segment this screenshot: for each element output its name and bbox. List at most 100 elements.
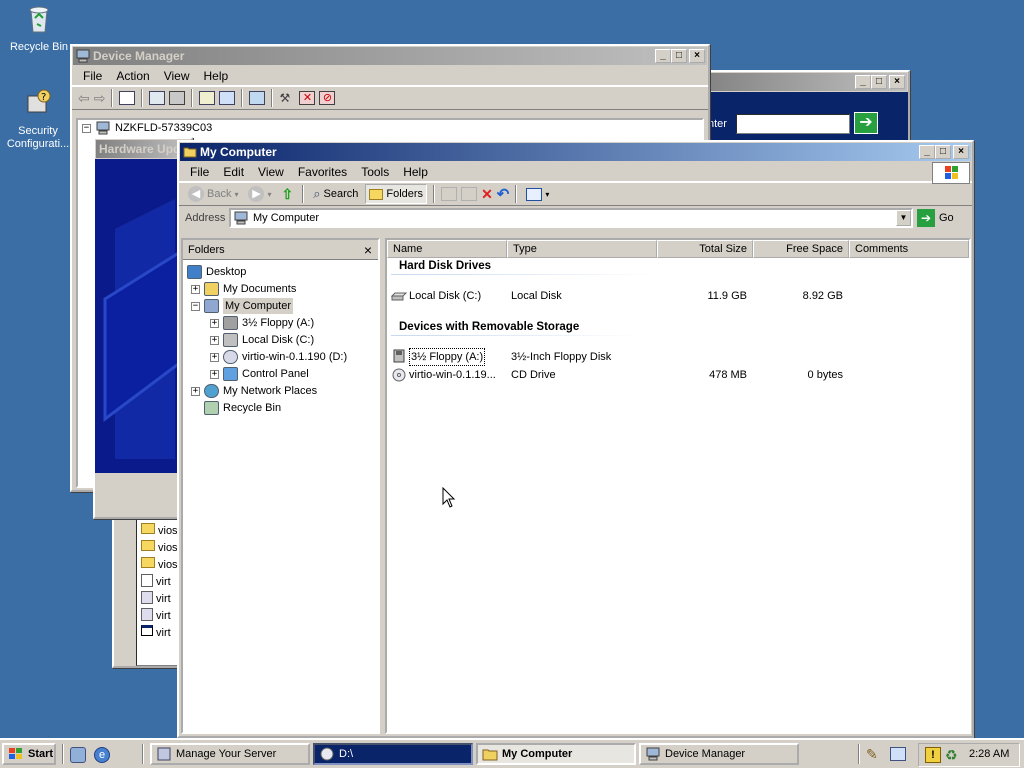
window-titlebar[interactable]: Hardware Upd (96, 140, 190, 158)
print-icon[interactable] (169, 91, 186, 105)
expand-icon[interactable]: + (191, 386, 200, 396)
manage-server-window[interactable]: _ □ × nter ➔ (690, 70, 910, 140)
dropdown-arrow-icon[interactable]: ▾ (267, 190, 271, 199)
menu-favorites[interactable]: Favorites (291, 165, 354, 179)
go-button[interactable]: ➔ Go (917, 208, 954, 228)
close-pane-icon[interactable]: × (364, 240, 372, 260)
expand-icon[interactable]: + (210, 318, 219, 328)
tree-item[interactable]: +3½ Floppy (A:) (210, 315, 314, 331)
menu-view[interactable]: View (157, 69, 197, 83)
delete-icon[interactable]: ✕ (481, 186, 493, 203)
up-button[interactable]: ⇧ (279, 184, 297, 204)
tree-item[interactable]: Desktop (187, 264, 246, 280)
expand-icon[interactable]: + (210, 369, 219, 379)
window-titlebar[interactable]: My Computer _ □ × (180, 143, 971, 161)
close-button[interactable]: × (953, 145, 969, 159)
tree-item[interactable]: − My Computer (191, 298, 294, 314)
tree-item[interactable]: + virtio-win-0.1.190 (D:) (210, 349, 347, 365)
close-button[interactable]: × (889, 75, 905, 89)
tree-item[interactable]: + Local Disk (C:) (210, 332, 314, 348)
forward-button[interactable]: ▶ ▾ (245, 184, 274, 204)
window-titlebar[interactable]: Device Manager _ □ × (73, 47, 707, 65)
menu-view[interactable]: View (251, 165, 291, 179)
expand-icon[interactable]: + (210, 335, 219, 345)
desktop-icon-recycle-bin[interactable]: Recycle Bin (2, 2, 76, 54)
search-input[interactable] (736, 114, 850, 134)
collapse-icon[interactable]: − (191, 301, 200, 311)
forward-arrow-icon[interactable]: ⇨ (94, 90, 106, 107)
tree-item[interactable]: Recycle Bin (191, 400, 281, 416)
desktop-icon-security-configuration[interactable]: ? Security Configurati... (1, 86, 75, 151)
task-manage-your-server[interactable]: Manage Your Server (150, 743, 310, 765)
table-row[interactable]: 3½ Floppy (A:) 3½-Inch Floppy Disk (387, 348, 969, 366)
minimize-button[interactable]: _ (855, 75, 871, 89)
close-button[interactable]: × (689, 49, 705, 63)
back-arrow-icon[interactable]: ⇦ (78, 90, 90, 107)
menu-help[interactable]: Help (197, 69, 236, 83)
minimize-button[interactable]: _ (655, 49, 671, 63)
expand-icon[interactable]: + (210, 352, 219, 362)
undo-icon[interactable]: ↶ (497, 185, 510, 203)
column-header-comments[interactable]: Comments (849, 240, 969, 258)
help-topics-icon[interactable] (219, 91, 236, 105)
column-header-type[interactable]: Type (507, 240, 657, 258)
menu-edit[interactable]: Edit (216, 165, 251, 179)
go-arrow-icon[interactable]: ➔ (854, 112, 878, 134)
list-item[interactable]: virt (141, 608, 171, 624)
table-row[interactable]: virtio-win-0.1.19... CD Drive 478 MB 0 b… (387, 367, 969, 383)
quick-launch-icon[interactable] (890, 747, 906, 761)
copy-to-icon[interactable] (461, 187, 478, 201)
show-hide-tree-icon[interactable] (119, 91, 136, 105)
internet-explorer-icon[interactable]: e (94, 747, 110, 763)
list-item[interactable]: vios (141, 540, 178, 556)
folders-button[interactable]: Folders (365, 184, 428, 204)
pencil-icon[interactable]: ✎ (866, 746, 878, 763)
window-titlebar[interactable]: _ □ × (693, 73, 907, 91)
show-desktop-icon[interactable] (70, 747, 86, 763)
collapse-icon[interactable]: − (82, 123, 91, 133)
column-header-free-space[interactable]: Free Space (753, 240, 849, 258)
my-computer-window[interactable]: My Computer _ □ × File Edit View Favorit… (177, 140, 974, 738)
warning-icon[interactable]: ! (925, 747, 941, 763)
column-header-total-size[interactable]: Total Size (657, 240, 753, 258)
scan-hardware-icon[interactable] (249, 91, 266, 105)
menu-file[interactable]: File (183, 165, 216, 179)
address-dropdown-icon[interactable]: ▼ (896, 210, 911, 226)
task-drive-d[interactable]: D:\ (313, 743, 473, 765)
list-item[interactable]: vios (141, 523, 178, 539)
menu-action[interactable]: Action (109, 69, 156, 83)
task-my-computer[interactable]: My Computer (476, 743, 636, 765)
disable-icon[interactable]: ⊘ (319, 91, 336, 105)
list-item[interactable]: vios (141, 557, 178, 573)
list-item[interactable]: virt (141, 625, 171, 641)
maximize-button[interactable]: □ (871, 75, 887, 89)
help-icon[interactable] (199, 91, 216, 105)
list-item[interactable]: virt (141, 574, 171, 590)
drive-d-window[interactable]: vios vios vios virt virt virt virt (112, 500, 182, 668)
expand-icon[interactable]: + (191, 284, 200, 294)
task-device-manager[interactable]: Device Manager (639, 743, 799, 765)
dropdown-arrow-icon[interactable]: ▾ (234, 190, 238, 199)
back-button[interactable]: ◀ Back ▾ (185, 184, 241, 204)
update-driver-icon[interactable]: ⚒ (279, 91, 295, 105)
table-row[interactable]: Local Disk (C:) Local Disk 11.9 GB 8.92 … (387, 288, 969, 304)
clock[interactable]: 2:28 AM (969, 748, 1009, 760)
column-header-name[interactable]: Name (387, 240, 507, 258)
menu-file[interactable]: File (76, 69, 109, 83)
minimize-button[interactable]: _ (919, 145, 935, 159)
list-item[interactable]: virt (141, 591, 171, 607)
maximize-button[interactable]: □ (935, 145, 951, 159)
maximize-button[interactable]: □ (671, 49, 687, 63)
tree-item[interactable]: + Control Panel (210, 366, 309, 382)
menu-help[interactable]: Help (396, 165, 435, 179)
uninstall-icon[interactable]: ✕ (299, 91, 316, 105)
views-button[interactable]: ▾ (523, 184, 552, 204)
start-button[interactable]: Start (2, 743, 56, 765)
network-icon[interactable]: ♻ (945, 747, 958, 764)
address-input[interactable]: My Computer ▼ (229, 208, 913, 228)
tree-root[interactable]: − NZKFLD-57339C03 (82, 120, 212, 136)
tree-item[interactable]: + My Network Places (191, 383, 317, 399)
tree-item[interactable]: + My Documents (191, 281, 296, 297)
properties-icon[interactable] (149, 91, 166, 105)
search-button[interactable]: ⌕ Search (310, 184, 361, 204)
